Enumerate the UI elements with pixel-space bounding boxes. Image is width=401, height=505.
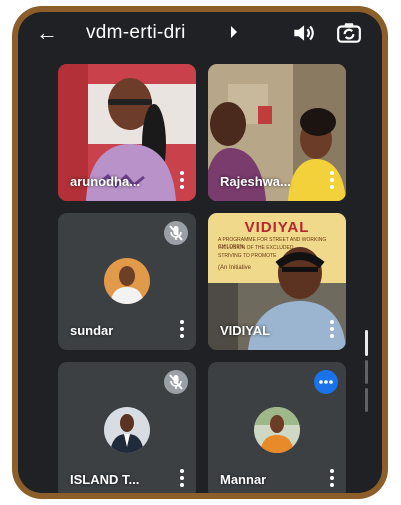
banner-title: VIDIYAL (244, 219, 310, 236)
participant-name: ISLAND T... (70, 472, 140, 487)
banner-line: STRIVING TO PROMOTE (218, 253, 277, 259)
avatar (104, 258, 150, 304)
participant-name: Rajeshwa... (220, 174, 291, 189)
more-options-icon[interactable] (179, 469, 184, 489)
more-options-icon[interactable] (329, 469, 334, 489)
meeting-title[interactable]: vdm-erti-dri (86, 21, 186, 45)
participant-tile[interactable]: ISLAND T... (58, 362, 196, 493)
more-options-icon[interactable] (179, 171, 184, 191)
more-options-icon[interactable] (329, 171, 334, 191)
participant-tile[interactable]: Mannar (208, 362, 346, 493)
meet-screen: ← vdm-erti-dri arunodha... Rajeshwa... s… (18, 12, 382, 493)
arrow-left-icon[interactable]: ← (36, 20, 58, 46)
participant-tile[interactable]: arunodha... (58, 64, 196, 201)
participant-name: Mannar (220, 472, 267, 487)
participant-name: sundar (70, 323, 114, 338)
call-header: ← vdm-erti-dri (18, 12, 382, 56)
participant-tile[interactable]: Rajeshwa... (208, 64, 346, 201)
participant-tile[interactable]: VIDIYAL A PROGRAMME FOR STREET AND WORKI… (208, 213, 346, 350)
scroll-thumb[interactable] (365, 330, 368, 356)
banner-line: INCLUSION OF THE EXCLUDED (218, 245, 294, 251)
participant-name: VIDIYAL (220, 323, 271, 338)
more-options-icon[interactable] (329, 320, 334, 340)
speaker-icon[interactable] (290, 20, 316, 46)
mic-off-icon (164, 370, 188, 394)
mic-off-icon (164, 221, 188, 245)
scroll-track (365, 360, 368, 384)
avatar (104, 407, 150, 453)
banner-line: (An Initiative (218, 265, 252, 271)
participant-tile[interactable]: sundar (58, 213, 196, 350)
speaking-indicator-icon (314, 370, 338, 394)
chevron-right-icon[interactable] (231, 26, 237, 38)
avatar (254, 407, 300, 453)
switch-camera-icon[interactable] (336, 20, 362, 46)
participant-name: arunodha... (70, 174, 141, 189)
device-frame: ← vdm-erti-dri arunodha... Rajeshwa... s… (12, 6, 388, 499)
scroll-track (365, 388, 368, 412)
more-options-icon[interactable] (179, 320, 184, 340)
